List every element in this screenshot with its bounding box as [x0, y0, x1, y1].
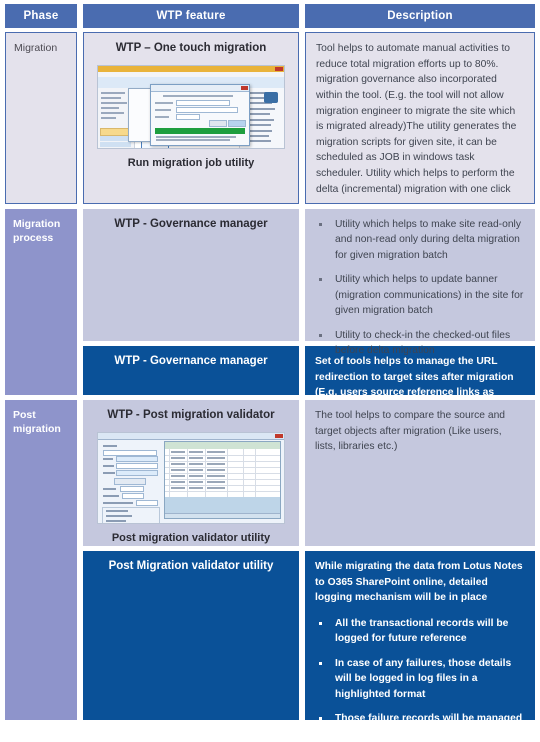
row-body-migration-process: WTP - Governance manager Utility which h… [83, 209, 535, 414]
grid-body [165, 448, 280, 497]
table-body: Migration WTP – One touch migration Run … [0, 28, 540, 740]
list-item: Those failure records will be managed se… [315, 711, 525, 742]
feature-caption: Run migration job utility [127, 156, 255, 169]
list-item: Utility which helps to make site read-on… [315, 217, 525, 263]
window-titlebar [98, 432, 284, 440]
table-row-post-migration: Post migration WTP - Post migration vali… [5, 400, 535, 740]
column-header-wtp-feature: WTP feature [83, 4, 299, 28]
list-item: Utility which helps to update banner (mi… [315, 272, 525, 318]
description-bullet-list: Utility which helps to make site read-on… [315, 217, 525, 359]
feature-cell-post-migration-validator-utility: Post Migration validator utility [83, 551, 299, 720]
feature-caption: Post migration validator utility [111, 531, 271, 544]
column-header-description: Description [305, 4, 535, 28]
feature-cell-governance-manager-url: WTP - Governance manager [83, 346, 299, 395]
feature-title: Post Migration validator utility [108, 560, 274, 572]
migration-job-dialog [150, 83, 250, 146]
list-item: In case of any failures, those details w… [315, 656, 525, 702]
globe-icon [264, 91, 278, 103]
row-body-migration: WTP – One touch migration Run migration … [83, 32, 535, 204]
list-item: All the transactional records will be lo… [315, 616, 525, 647]
table-header-row: Phase WTP feature Description [0, 0, 540, 28]
feature-cell-post-migration-validator: WTP - Post migration validator Post migr… [83, 400, 299, 546]
feature-title: WTP - Governance manager [114, 218, 268, 230]
phase-cell-post-migration: Post migration [5, 400, 77, 720]
feature-cell-governance-manager: WTP - Governance manager [83, 209, 299, 341]
feature-title: WTP - Governance manager [114, 355, 268, 367]
description-text: The tool helps to compare the source and… [315, 410, 506, 453]
form-controls-pane [100, 440, 160, 523]
feature-title: WTP - Post migration validator [107, 409, 275, 421]
row-body-post-migration: WTP - Post migration validator Post migr… [83, 400, 535, 740]
screenshot-run-migration-job [98, 65, 284, 148]
description-cell-governance-manager: Utility which helps to make site read-on… [305, 209, 535, 356]
description-cell-post-migration-validator: The tool helps to compare the source and… [305, 400, 535, 546]
description-text: Tool helps to automate manual activities… [316, 43, 517, 195]
column-header-phase: Phase [5, 4, 77, 28]
dialog-titlebar [151, 84, 249, 92]
grid-status-bar [165, 512, 280, 518]
phase-cell-migration-process: Migration process [5, 209, 77, 395]
table-row-migration-process: Migration process WTP - Governance manag… [5, 209, 535, 414]
description-bullet-list: All the transactional records will be lo… [315, 616, 525, 742]
description-cell-post-migration-logging: While migrating the data from Lotus Note… [305, 551, 535, 740]
feature-title: WTP – One touch migration [115, 42, 267, 54]
results-data-grid[interactable] [164, 440, 281, 519]
phase-cell-migration: Migration [5, 32, 77, 204]
wtp-feature-table: Phase WTP feature Description Migration … [0, 0, 540, 740]
feature-cell-one-touch-migration: WTP – One touch migration Run migration … [83, 32, 299, 204]
list-item: Utility to check-in the checked-out file… [315, 328, 525, 359]
description-intro-text: While migrating the data from Lotus Note… [315, 561, 523, 604]
description-cell-one-touch-migration: Tool helps to automate manual activities… [305, 32, 535, 204]
table-row-migration: Migration WTP – One touch migration Run … [5, 32, 535, 204]
screenshot-post-migration-validator [98, 432, 284, 523]
